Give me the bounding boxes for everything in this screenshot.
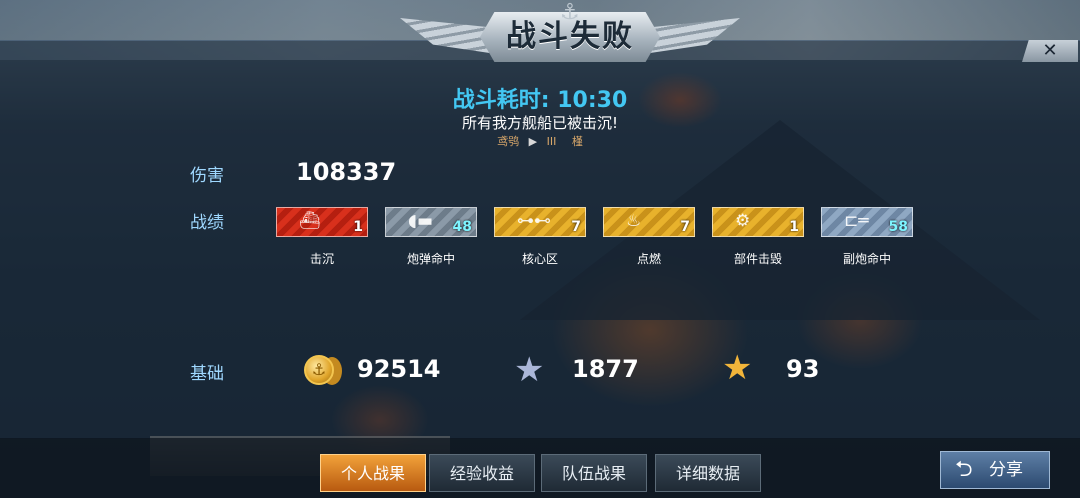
achievement-label: 核心区 xyxy=(521,252,558,266)
achievement-secondary-badge[interactable]: ⊏═ 58 xyxy=(821,207,913,237)
achievement-label: 炮弹命中 xyxy=(406,252,455,266)
achievement-count: 1 xyxy=(789,219,799,235)
tab-personal-results[interactable]: 个人战果 xyxy=(320,454,426,492)
bottom-bar xyxy=(0,438,1080,498)
fire-icon: ♨ xyxy=(626,211,642,231)
achievement-fire-badge[interactable]: ♨ 7 xyxy=(603,207,695,237)
achievement-kill-badge[interactable]: ⛴ 1 xyxy=(276,207,368,237)
base-label: 基础 xyxy=(190,364,224,384)
exp-value: 1877 xyxy=(572,355,639,383)
share-arrow-icon: ⮌ xyxy=(955,457,973,482)
achievement-count: 48 xyxy=(452,219,472,235)
achievement-count: 58 xyxy=(888,219,908,235)
free-exp-star-icon: ★ xyxy=(722,348,753,388)
tab-team-results[interactable]: 队伍战果 xyxy=(541,454,647,492)
defeat-message: 所有我方舰船已被击沉! xyxy=(461,114,618,132)
close-button[interactable]: ✕ xyxy=(1022,40,1078,62)
battle-duration-value: 10:30 xyxy=(557,88,628,113)
shell-icon: ◖▬ xyxy=(408,211,434,231)
gear-icon: ⚙ xyxy=(735,211,751,231)
achievement-hits-badge[interactable]: ◖▬ 48 xyxy=(385,207,477,237)
credits-value: 92514 xyxy=(357,355,441,383)
achievement-count: 1 xyxy=(353,219,363,235)
ship-sinking-icon: ⛴ xyxy=(299,211,321,231)
achievement-label: 部件击毁 xyxy=(733,252,782,266)
achievement-citadel-badge[interactable]: ⊶⊷ 7 xyxy=(494,207,586,237)
achievement-module-badge[interactable]: ⚙ 1 xyxy=(712,207,804,237)
secondary-gun-icon: ⊏═ xyxy=(844,211,869,231)
achievements-label: 战绩 xyxy=(190,213,224,233)
exp-star-icon: ★ xyxy=(514,350,545,390)
ship-name: 鸢鸮 xyxy=(497,135,520,148)
free-exp-value: 93 xyxy=(786,355,820,383)
achievement-label: 副炮命中 xyxy=(842,252,891,266)
result-title: 战斗失败 xyxy=(506,19,634,54)
credits-icon: ⚓ xyxy=(304,355,334,385)
ship-nation: 槿 xyxy=(571,135,583,148)
defeat-emblem: ⚓ 战斗失败 xyxy=(400,0,740,78)
share-label: 分享 xyxy=(989,460,1023,480)
achievement-count: 7 xyxy=(571,219,581,235)
citadel-icon: ⊶⊷ xyxy=(517,211,551,231)
battle-duration: 战斗耗时: 10:30 xyxy=(0,82,1080,114)
damage-value: 108337 xyxy=(296,158,397,186)
ship-info: 鸢鸮 ▶ III 槿 xyxy=(0,133,1080,149)
achievement-label: 击沉 xyxy=(309,252,334,266)
battle-duration-label: 战斗耗时: xyxy=(452,88,550,113)
tab-detailed-data[interactable]: 详细数据 xyxy=(655,454,761,492)
ship-tier: III xyxy=(546,135,557,148)
ship-class-icon: ▶ xyxy=(528,135,538,148)
tab-exp-earnings[interactable]: 经验收益 xyxy=(429,454,535,492)
achievement-label: 点燃 xyxy=(636,252,661,266)
damage-label: 伤害 xyxy=(190,166,224,186)
share-button[interactable]: ⮌ 分享 xyxy=(940,451,1050,489)
achievement-count: 7 xyxy=(680,219,690,235)
